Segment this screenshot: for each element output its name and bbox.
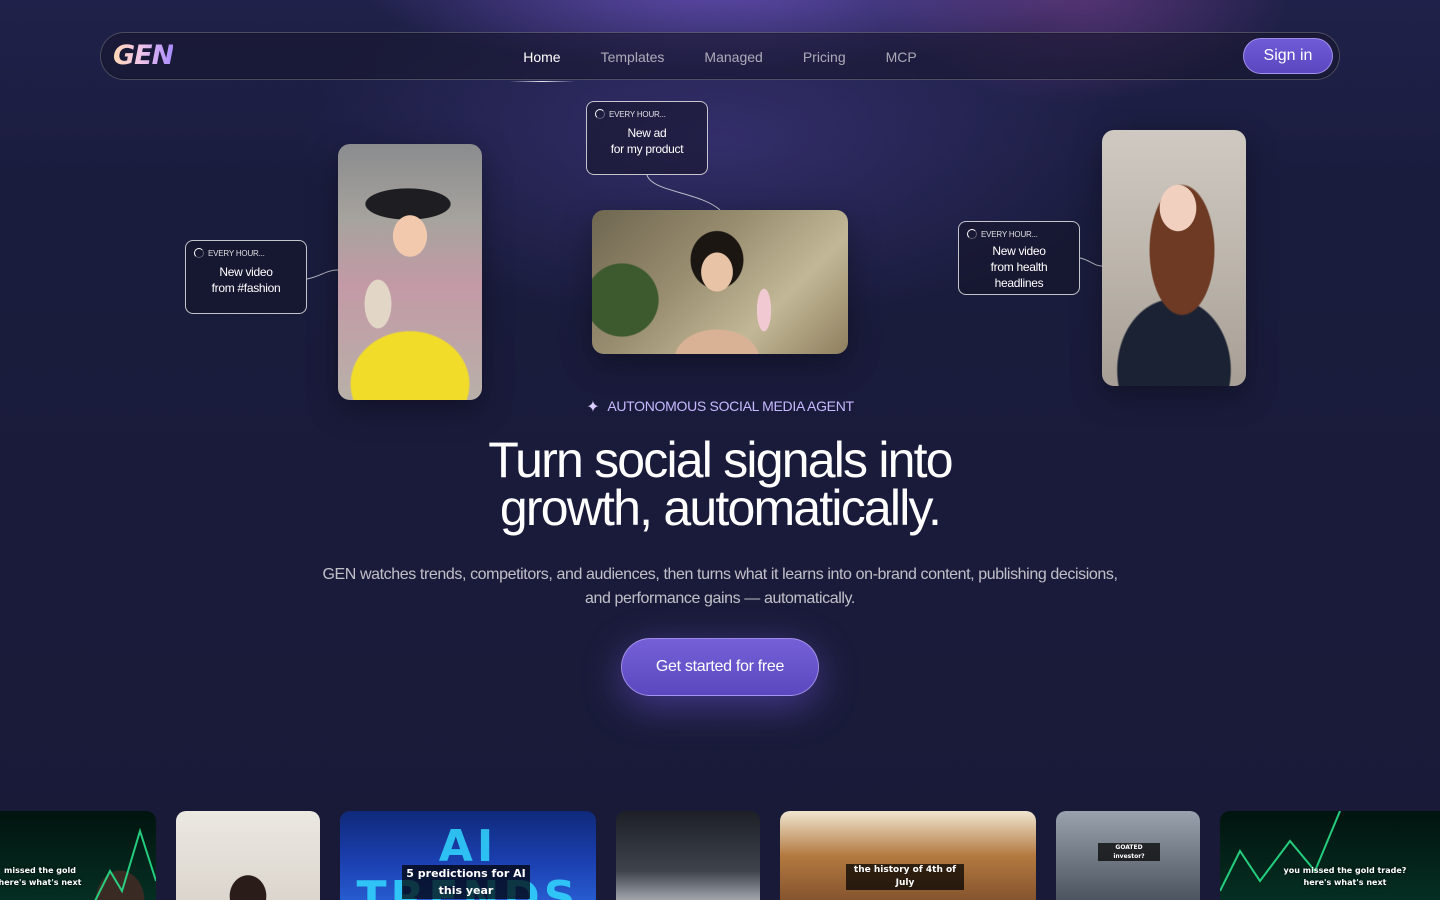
automation-card-fashion: EVERY HOUR... New video from #fashion — [185, 240, 307, 314]
video-thumbnail[interactable] — [176, 811, 320, 900]
loading-spinner-icon — [595, 109, 605, 119]
card-description: New video from health headlines — [990, 244, 1048, 290]
card-schedule: EVERY HOUR... — [609, 109, 666, 119]
sign-in-button[interactable]: Sign in — [1243, 38, 1333, 74]
health-creator-photo — [1102, 130, 1246, 386]
eyebrow-text: AUTONOMOUS SOCIAL MEDIA AGENT — [607, 398, 854, 414]
gen-logo[interactable]: GEN — [113, 41, 174, 71]
card-description: New video from #fashion — [211, 265, 281, 295]
sparkle-icon: ✦ — [586, 399, 600, 416]
connector-product — [646, 174, 721, 211]
video-thumbnail[interactable]: missed the gold here's what's next — [0, 811, 156, 900]
get-started-button[interactable]: Get started for free — [621, 638, 819, 696]
nav-link-templates[interactable]: Templates — [581, 33, 685, 81]
loading-spinner-icon — [194, 248, 204, 258]
example-videos-strip: missed the gold here's what's next AI TR… — [0, 811, 1440, 900]
card-description: New ad for my product — [610, 126, 684, 156]
product-ad-photo — [592, 210, 848, 354]
nav-link-home[interactable]: Home — [503, 33, 580, 82]
loading-spinner-icon — [967, 229, 977, 239]
hero-headline: Turn social signals into growth, automat… — [488, 432, 953, 536]
card-schedule: EVERY HOUR... — [981, 229, 1038, 239]
hero-subtext: GEN watches trends, competitors, and aud… — [322, 566, 1118, 607]
nav-links: Home Templates Managed Pricing MCP — [101, 33, 1339, 82]
video-thumbnail[interactable]: AI TRENDS 5 predictions for AI this year — [340, 811, 596, 900]
thumbnail-caption: GOATED investor? — [1098, 843, 1160, 861]
connector-fashion — [306, 269, 339, 280]
thumbnail-caption: missed the gold here's what's next — [0, 866, 82, 887]
card-schedule: EVERY HOUR... — [208, 248, 265, 258]
video-thumbnail[interactable]: you missed the gold trade? here's what's… — [1220, 811, 1440, 900]
hero-eyebrow: ✦ AUTONOMOUS SOCIAL MEDIA AGENT — [0, 397, 1440, 417]
fashion-creator-photo — [338, 144, 482, 400]
nav-link-mcp[interactable]: MCP — [866, 33, 937, 81]
thumbnail-caption: you missed the gold trade? here's what's… — [1283, 866, 1407, 887]
video-thumbnail[interactable]: the history of 4th of July — [780, 811, 1036, 900]
video-thumbnail[interactable]: GOATED investor? — [1056, 811, 1200, 900]
nav-link-pricing[interactable]: Pricing — [783, 33, 866, 81]
automation-card-health: EVERY HOUR... New video from health head… — [958, 221, 1080, 295]
video-thumbnail[interactable] — [616, 811, 760, 900]
automation-card-product: EVERY HOUR... New ad for my product — [586, 101, 708, 175]
connector-health — [1079, 257, 1103, 267]
top-navbar: GEN Home Templates Managed Pricing MCP S… — [100, 32, 1340, 82]
thumbnail-caption: 5 predictions for AI this year — [402, 865, 530, 899]
thumbnail-caption: the history of 4th of July — [846, 864, 964, 890]
nav-link-managed[interactable]: Managed — [684, 33, 782, 81]
